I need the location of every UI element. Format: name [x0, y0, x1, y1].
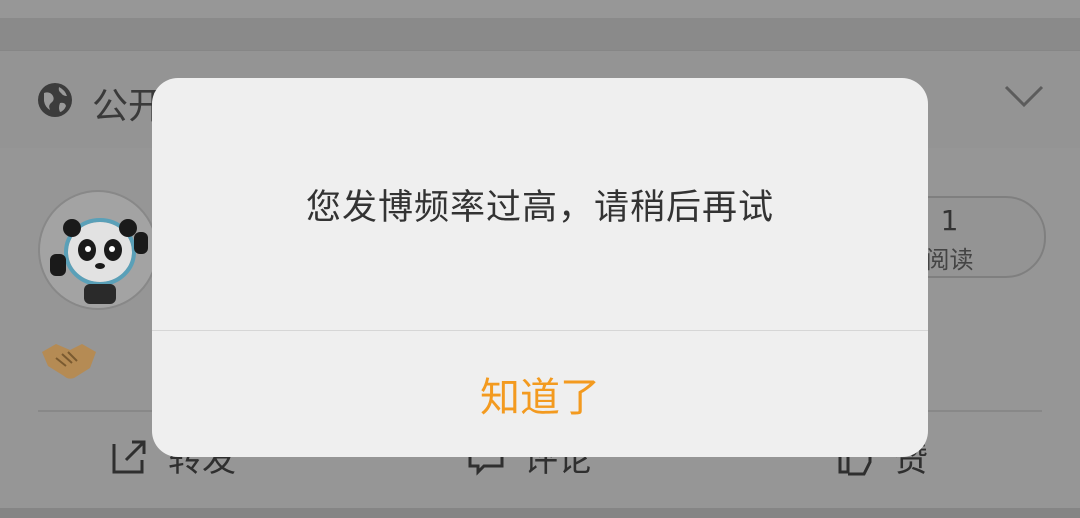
- dialog-message: 您发博频率过高，请稍后再试: [305, 187, 774, 228]
- rate-limit-alert-dialog: 您发博频率过高，请稍后再试 知道了: [152, 78, 928, 457]
- got-it-button[interactable]: 知道了: [152, 331, 928, 457]
- avatar[interactable]: [38, 190, 158, 310]
- share-icon: [112, 440, 146, 474]
- top-bar: [0, 0, 1080, 18]
- chevron-down-icon[interactable]: [1002, 81, 1046, 111]
- panda-avatar-image: [40, 192, 156, 308]
- bottom-bar: [0, 508, 1080, 518]
- section-gap: [0, 18, 1080, 50]
- handshake-emoji: [42, 344, 96, 379]
- globe-icon: [38, 83, 72, 117]
